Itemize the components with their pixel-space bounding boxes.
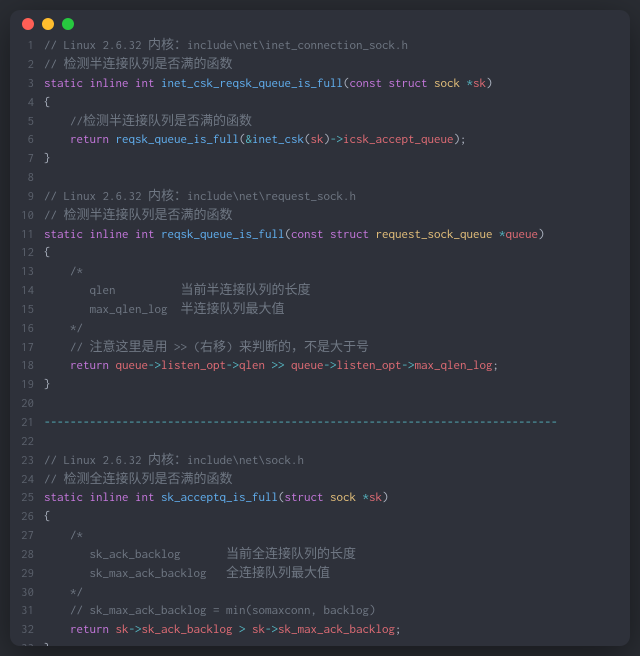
line-number: 2 — [16, 56, 44, 75]
line-number: 6 — [16, 131, 44, 150]
code-line[interactable] — [44, 433, 624, 452]
line-number: 25 — [16, 489, 44, 508]
code-line[interactable]: // 检测半连接队列是否满的函数 — [44, 56, 624, 75]
code-line[interactable]: // sk_max_ack_backlog = min(somaxconn, b… — [44, 602, 624, 621]
line-number: 28 — [16, 546, 44, 565]
line-number: 4 — [16, 94, 44, 113]
line-number: 20 — [16, 395, 44, 414]
code-editor[interactable]: 1// Linux 2.6.32 内核：include\net\inet_con… — [10, 37, 630, 646]
code-line[interactable]: return queue->listen_opt->qlen >> queue-… — [44, 357, 624, 376]
code-line[interactable]: // 注意这里是用 >> (右移) 来判断的，不是大于号 — [44, 339, 624, 358]
line-number: 9 — [16, 188, 44, 207]
line-number: 29 — [16, 565, 44, 584]
maximize-icon[interactable] — [62, 18, 74, 30]
line-number: 19 — [16, 376, 44, 395]
code-line[interactable] — [44, 395, 624, 414]
line-number: 27 — [16, 527, 44, 546]
code-line[interactable]: sk_ack_backlog 当前全连接队列的长度 — [44, 546, 624, 565]
code-line[interactable]: // Linux 2.6.32 内核：include\net\request_s… — [44, 188, 624, 207]
line-number: 3 — [16, 75, 44, 94]
line-number: 21 — [16, 414, 44, 433]
code-line[interactable]: return sk->sk_ack_backlog > sk->sk_max_a… — [44, 621, 624, 640]
code-line[interactable]: */ — [44, 320, 624, 339]
code-line[interactable]: static inline int inet_csk_reqsk_queue_i… — [44, 75, 624, 94]
code-line[interactable]: static inline int sk_acceptq_is_full(str… — [44, 489, 624, 508]
line-number: 7 — [16, 150, 44, 169]
code-line[interactable]: qlen 当前半连接队列的长度 — [44, 282, 624, 301]
close-icon[interactable] — [22, 18, 34, 30]
line-number: 15 — [16, 301, 44, 320]
code-line[interactable]: } — [44, 376, 624, 395]
code-line[interactable]: max_qlen_log 半连接队列最大值 — [44, 301, 624, 320]
line-number: 12 — [16, 244, 44, 263]
line-number: 14 — [16, 282, 44, 301]
code-line[interactable]: */ — [44, 584, 624, 603]
code-line[interactable]: // Linux 2.6.32 内核：include\net\inet_conn… — [44, 37, 624, 56]
line-number: 24 — [16, 471, 44, 490]
minimize-icon[interactable] — [42, 18, 54, 30]
code-line[interactable]: { — [44, 244, 624, 263]
line-number: 1 — [16, 37, 44, 56]
line-number: 33 — [16, 640, 44, 646]
line-number: 5 — [16, 113, 44, 132]
code-line[interactable] — [44, 169, 624, 188]
code-line[interactable]: /* — [44, 527, 624, 546]
line-number: 10 — [16, 207, 44, 226]
line-number: 16 — [16, 320, 44, 339]
line-number: 11 — [16, 226, 44, 245]
line-number: 8 — [16, 169, 44, 188]
line-number: 17 — [16, 339, 44, 358]
line-number: 32 — [16, 621, 44, 640]
code-line[interactable]: return reqsk_queue_is_full(&inet_csk(sk)… — [44, 131, 624, 150]
line-number: 30 — [16, 584, 44, 603]
code-line[interactable]: //检测半连接队列是否满的函数 — [44, 113, 624, 132]
line-number: 26 — [16, 508, 44, 527]
code-line[interactable]: static inline int reqsk_queue_is_full(co… — [44, 226, 624, 245]
code-line[interactable]: sk_max_ack_backlog 全连接队列最大值 — [44, 565, 624, 584]
code-line[interactable]: // 检测全连接队列是否满的函数 — [44, 471, 624, 490]
line-number: 23 — [16, 452, 44, 471]
code-line[interactable]: } — [44, 640, 624, 646]
code-line[interactable]: { — [44, 94, 624, 113]
line-number: 22 — [16, 433, 44, 452]
editor-window: 1// Linux 2.6.32 内核：include\net\inet_con… — [10, 10, 630, 646]
code-line[interactable]: // Linux 2.6.32 内核：include\net\sock.h — [44, 452, 624, 471]
code-line[interactable]: /* — [44, 263, 624, 282]
line-number: 31 — [16, 602, 44, 621]
code-line[interactable]: { — [44, 508, 624, 527]
line-number: 18 — [16, 357, 44, 376]
code-line[interactable]: } — [44, 150, 624, 169]
code-line[interactable]: // 检测半连接队列是否满的函数 — [44, 207, 624, 226]
code-line[interactable]: ----------------------------------------… — [44, 414, 624, 433]
window-titlebar — [10, 10, 630, 37]
line-number: 13 — [16, 263, 44, 282]
